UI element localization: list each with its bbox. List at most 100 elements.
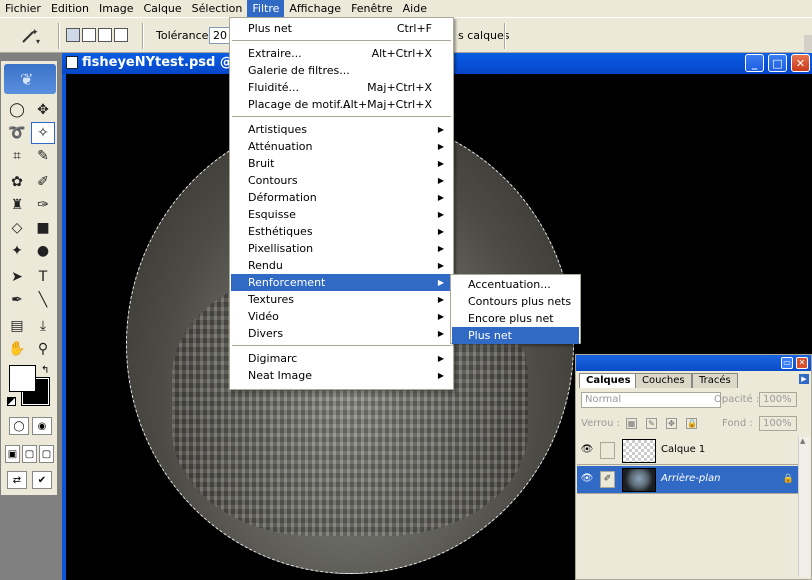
menu-fenêtre[interactable]: Fenêtre bbox=[346, 0, 398, 17]
lock-position-icon[interactable]: ✥ bbox=[666, 418, 677, 429]
filter-item-digimarc[interactable]: Digimarc ▶ bbox=[231, 350, 452, 367]
submenu-arrow-icon: ▶ bbox=[437, 261, 444, 270]
filter-item-contours[interactable]: Contours ▶ bbox=[231, 172, 452, 189]
sharpen-item-accentuation[interactable]: Accentuation... bbox=[452, 276, 579, 293]
gradient-tool-icon[interactable]: ■ bbox=[31, 217, 55, 239]
menu-sélection[interactable]: Sélection bbox=[187, 0, 248, 17]
eyedropper-tool-icon[interactable]: ⤓ bbox=[31, 315, 55, 337]
lock-all-icon[interactable]: 🔒 bbox=[686, 418, 697, 429]
full-screen-mode-button[interactable]: ▢ bbox=[39, 445, 54, 463]
filter-item-textures[interactable]: Textures ▶ bbox=[231, 291, 452, 308]
menu-filtre[interactable]: Filtre bbox=[247, 0, 285, 17]
blend-mode-select[interactable]: Normal bbox=[581, 392, 721, 408]
filter-item-extraire[interactable]: Extraire... Alt+Ctrl+X bbox=[231, 45, 452, 62]
layer-row[interactable]: 👁 Calque 1 bbox=[577, 437, 799, 465]
intersect-selection-mode[interactable] bbox=[114, 28, 128, 42]
filter-item-pixellisation[interactable]: Pixellisation ▶ bbox=[231, 240, 452, 257]
jump-to-imageready-button[interactable]: ⇄ bbox=[7, 471, 27, 489]
foreground-color-swatch[interactable] bbox=[9, 365, 36, 392]
layer-row-selected[interactable]: 👁 ✐ Arrière-plan 🔒 bbox=[577, 466, 799, 494]
subtract-selection-mode[interactable] bbox=[98, 28, 112, 42]
tab-traces[interactable]: Tracés bbox=[692, 373, 738, 388]
filter-item-renforcement[interactable]: Renforcement ▶ bbox=[231, 274, 452, 291]
filter-item-vidéo[interactable]: Vidéo ▶ bbox=[231, 308, 452, 325]
layers-scrollbar[interactable] bbox=[798, 437, 810, 577]
menu-aide[interactable]: Aide bbox=[398, 0, 432, 17]
menu-item-label: Pixellisation bbox=[248, 242, 314, 255]
filter-item-bruit[interactable]: Bruit ▶ bbox=[231, 155, 452, 172]
default-colors-icon[interactable] bbox=[7, 397, 16, 406]
filter-item-neat-image[interactable]: Neat Image ▶ bbox=[231, 367, 452, 384]
hand-tool-icon[interactable]: ✋ bbox=[5, 338, 29, 360]
filter-item-esquisse[interactable]: Esquisse ▶ bbox=[231, 206, 452, 223]
close-button[interactable]: ✕ bbox=[791, 54, 810, 72]
palette-menu-icon[interactable]: ▶ bbox=[799, 374, 809, 384]
tab-couches[interactable]: Couches bbox=[635, 373, 692, 388]
clone-stamp-icon[interactable]: ♜ bbox=[5, 194, 29, 216]
filter-item-plus-net[interactable]: Plus net Ctrl+F bbox=[231, 20, 452, 37]
edit-in-imageready-icon[interactable]: ✔ bbox=[32, 471, 52, 489]
new-selection-mode[interactable] bbox=[66, 28, 80, 42]
tolerance-input[interactable]: 20 bbox=[209, 27, 231, 44]
fill-input[interactable]: 100% bbox=[759, 416, 797, 431]
sharpen-item-plus-net[interactable]: Plus net bbox=[452, 327, 579, 344]
palette-title-bar[interactable]: ▭ ✕ bbox=[576, 355, 811, 371]
filter-item-galerie-de-filtres[interactable]: Galerie de filtres... bbox=[231, 62, 452, 79]
type-tool-icon[interactable]: T bbox=[31, 266, 55, 288]
maximize-button[interactable]: □ bbox=[768, 54, 787, 72]
sharpen-item-contours-plus-nets[interactable]: Contours plus nets bbox=[452, 293, 579, 310]
add-selection-mode[interactable] bbox=[82, 28, 96, 42]
dodge-tool-icon[interactable]: ● bbox=[31, 240, 55, 262]
marquee-tool-icon[interactable]: ◯ bbox=[5, 99, 29, 121]
brush-tool-icon[interactable]: ✐ bbox=[31, 171, 55, 193]
filter-item-esthétiques[interactable]: Esthétiques ▶ bbox=[231, 223, 452, 240]
all-layers-label[interactable]: s calques bbox=[458, 29, 510, 42]
tolerance-label: Tolérance : bbox=[156, 29, 216, 42]
palette-close-button[interactable]: ✕ bbox=[796, 357, 808, 369]
slice-tool-icon[interactable]: ✎ bbox=[31, 145, 55, 167]
filter-item-placage-de-motif[interactable]: Placage de motif... Alt+Maj+Ctrl+X bbox=[231, 96, 452, 113]
zoom-tool-icon[interactable]: ⚲ bbox=[31, 338, 55, 360]
standard-screen-mode-button[interactable]: ▣ bbox=[5, 445, 20, 463]
menu-edition[interactable]: Edition bbox=[46, 0, 94, 17]
quick-mask-button[interactable]: ◉ bbox=[32, 417, 52, 435]
filter-item-fluidité[interactable]: Fluidité... Maj+Ctrl+X bbox=[231, 79, 452, 96]
move-tool-icon[interactable]: ✥ bbox=[31, 99, 55, 121]
crop-tool-icon[interactable]: ⌗ bbox=[5, 145, 29, 167]
menu-fichier[interactable]: Fichier bbox=[0, 0, 46, 17]
path-selection-icon[interactable]: ➤ bbox=[5, 266, 29, 288]
eye-icon[interactable]: 👁 bbox=[580, 444, 594, 456]
eye-icon[interactable]: 👁 bbox=[580, 473, 594, 485]
line-tool-icon[interactable]: ╲ bbox=[31, 289, 55, 311]
blur-tool-icon[interactable]: ✦ bbox=[5, 240, 29, 262]
menu-item-shortcut: Alt+Ctrl+X bbox=[371, 47, 432, 60]
palette-minimize-button[interactable]: ▭ bbox=[781, 357, 793, 369]
magic-wand-tool-preset[interactable]: ✦ ▾ bbox=[14, 25, 44, 47]
filter-item-divers[interactable]: Divers ▶ bbox=[231, 325, 452, 342]
sharpen-item-encore-plus-net[interactable]: Encore plus net bbox=[452, 310, 579, 327]
minimize-button[interactable]: _ bbox=[745, 54, 764, 72]
pen-tool-icon[interactable]: ✒ bbox=[5, 289, 29, 311]
swap-colors-icon[interactable]: ↰ bbox=[41, 365, 49, 376]
history-brush-icon[interactable]: ✑ bbox=[31, 194, 55, 216]
menu-affichage[interactable]: Affichage bbox=[284, 0, 346, 17]
link-cell[interactable] bbox=[600, 442, 615, 459]
photoshop-logo[interactable]: ❦ bbox=[4, 64, 56, 94]
lock-image-icon[interactable]: ✎ bbox=[646, 418, 657, 429]
filter-item-déformation[interactable]: Déformation ▶ bbox=[231, 189, 452, 206]
filter-item-rendu[interactable]: Rendu ▶ bbox=[231, 257, 452, 274]
menu-image[interactable]: Image bbox=[94, 0, 138, 17]
filter-item-artistiques[interactable]: Artistiques ▶ bbox=[231, 121, 452, 138]
magic-wand-tool-icon[interactable]: ✧ bbox=[31, 122, 55, 144]
healing-brush-icon[interactable]: ✿ bbox=[5, 171, 29, 193]
notes-tool-icon[interactable]: ▤ bbox=[5, 315, 29, 337]
menu-calque[interactable]: Calque bbox=[138, 0, 186, 17]
full-screen-menu-mode-button[interactable]: ▢ bbox=[22, 445, 37, 463]
lock-transparency-icon[interactable]: ▦ bbox=[626, 418, 637, 429]
eraser-tool-icon[interactable]: ◇ bbox=[5, 217, 29, 239]
tab-calques[interactable]: Calques bbox=[579, 373, 638, 388]
lasso-tool-icon[interactable]: ➰ bbox=[5, 122, 29, 144]
filter-item-atténuation[interactable]: Atténuation ▶ bbox=[231, 138, 452, 155]
standard-mode-button[interactable]: ◯ bbox=[9, 417, 29, 435]
opacity-input[interactable]: 100% bbox=[759, 392, 797, 407]
